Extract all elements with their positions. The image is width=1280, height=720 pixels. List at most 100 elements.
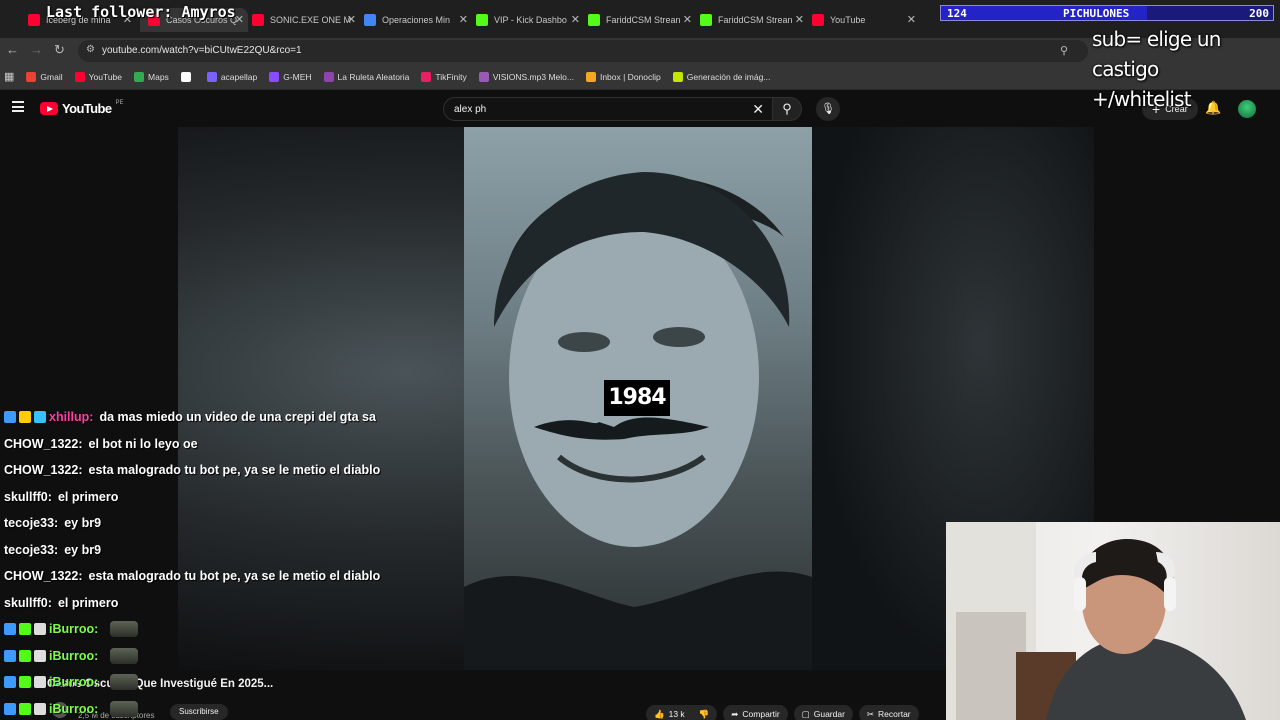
voice-search-button[interactable]: 🎙 bbox=[816, 97, 840, 121]
bookmark-item[interactable]: VISIONS.mp3 Melo... bbox=[478, 71, 574, 82]
chat-username: CHOW_1322: bbox=[4, 463, 83, 478]
scissors-icon: ✂ bbox=[866, 708, 875, 719]
chat-text: esta malogrado tu bot pe, ya se le metio… bbox=[88, 463, 381, 478]
tab-favicon-icon bbox=[588, 14, 600, 26]
search-input[interactable]: alex ph bbox=[454, 104, 486, 115]
chat-text: el primero bbox=[57, 595, 119, 610]
chat-badge-icon bbox=[34, 411, 46, 424]
close-tab-icon[interactable]: ✕ bbox=[683, 13, 692, 26]
chat-text: esta malogrado tu bot pe, ya se le metio… bbox=[88, 569, 381, 584]
bookmark-favicon-icon bbox=[74, 71, 85, 82]
thumbs-down-icon[interactable]: 👎 bbox=[699, 709, 710, 720]
bookmark-label: Maps bbox=[148, 71, 169, 82]
stream-info-overlay: sub= elige un castigo +/whitelist bbox=[1092, 24, 1280, 114]
chat-text: el bot ni lo leyo oe bbox=[88, 436, 198, 451]
chat-badge-icon bbox=[19, 676, 31, 689]
search-button[interactable]: ⚲ bbox=[772, 97, 802, 121]
chat-badge-icon bbox=[34, 623, 46, 636]
stream-info-line-2: +/whitelist bbox=[1092, 87, 1192, 111]
chat-emote-icon bbox=[110, 647, 139, 664]
browser-tab[interactable]: FariddCSM Strean ✕ bbox=[700, 8, 808, 32]
chat-badge-icon bbox=[4, 411, 16, 424]
clip-button[interactable]: ✂ Recortar bbox=[858, 705, 919, 720]
chat-badge-icon bbox=[34, 676, 46, 689]
youtube-logo[interactable]: YouTube PE bbox=[40, 99, 124, 116]
chat-username: tecoje33: bbox=[4, 542, 59, 557]
bookmark-item[interactable]: Inbox | Donoclip bbox=[585, 71, 661, 82]
chat-message: tecoje33: ey br9 bbox=[4, 537, 444, 564]
tab-label: FariddCSM Strean bbox=[718, 15, 793, 25]
tab-label: FariddCSM Strean bbox=[606, 15, 681, 25]
chat-message: tecoje33: ey br9 bbox=[4, 510, 444, 537]
chat-message: skullff0: el primero bbox=[4, 484, 444, 511]
bookmark-favicon-icon bbox=[26, 71, 37, 82]
thumbs-up-icon: 👍 bbox=[654, 708, 665, 719]
bookmark-item[interactable]: Gmail bbox=[26, 71, 63, 82]
chat-emote-icon bbox=[110, 700, 139, 717]
browser-tab[interactable]: SONIC.EXE ONE M ✕ bbox=[252, 8, 360, 32]
chat-username: CHOW_1322: bbox=[4, 569, 83, 584]
close-tab-icon[interactable]: ✕ bbox=[347, 13, 356, 26]
bookmark-item[interactable] bbox=[180, 71, 195, 82]
save-label: Guardar bbox=[813, 709, 845, 719]
goal-target: 200 bbox=[1249, 7, 1269, 20]
chat-text: da mas miedo un video de una crepi del g… bbox=[99, 410, 376, 425]
bookmark-label: VISIONS.mp3 Melo... bbox=[492, 71, 574, 82]
close-tab-icon[interactable]: ✕ bbox=[795, 13, 804, 26]
close-tab-icon[interactable]: ✕ bbox=[459, 13, 468, 26]
browser-tab[interactable]: FariddCSM Strean ✕ bbox=[588, 8, 696, 32]
bookmark-label: G-MEH bbox=[283, 71, 312, 82]
tab-favicon-icon bbox=[28, 14, 40, 26]
tab-favicon-icon bbox=[364, 14, 376, 26]
address-bar[interactable]: ⚙ youtube.com/watch?v=biCUtwE22QU&rco=1 … bbox=[78, 40, 1088, 62]
tab-label: VIP - Kick Dashbo bbox=[494, 15, 567, 25]
share-button[interactable]: ➦ Compartir bbox=[723, 705, 788, 720]
goal-name: PICHULONES bbox=[1063, 7, 1130, 20]
goal-current: 124 bbox=[947, 7, 967, 20]
search-box[interactable]: alex ph ✕ bbox=[443, 97, 773, 121]
chat-overlay: xhillup: da mas miedo un video de una cre… bbox=[4, 404, 444, 720]
chat-text: ey br9 bbox=[64, 516, 102, 531]
site-info-icon[interactable]: ⚙ bbox=[86, 44, 95, 55]
bookmark-item[interactable]: La Ruleta Aleatoria bbox=[323, 71, 410, 82]
zoom-icon[interactable]: ⚲ bbox=[1060, 44, 1068, 57]
bookmark-favicon-icon bbox=[672, 71, 683, 82]
like-count: 13 k bbox=[668, 709, 685, 719]
bookmark-item[interactable]: G-MEH bbox=[269, 71, 312, 82]
save-button[interactable]: ▢ Guardar bbox=[793, 705, 853, 720]
apps-grid-icon[interactable]: ▦ bbox=[4, 70, 14, 83]
back-icon[interactable]: ← bbox=[6, 42, 19, 57]
chat-emote-icon bbox=[110, 621, 139, 638]
chat-message: iBurroo: bbox=[4, 616, 444, 643]
close-tab-icon[interactable]: ✕ bbox=[907, 13, 916, 26]
browser-tab[interactable]: YouTube ✕ bbox=[812, 8, 920, 32]
close-tab-icon[interactable]: ✕ bbox=[235, 13, 244, 26]
browser-tab[interactable]: VIP - Kick Dashbo ✕ bbox=[476, 8, 584, 32]
bookmark-item[interactable]: Maps bbox=[134, 71, 169, 82]
menu-icon[interactable] bbox=[12, 101, 24, 112]
browser-tab[interactable]: Operaciones Min ✕ bbox=[364, 8, 472, 32]
browser-toolbar: ← → ↻ ⚙ youtube.com/watch?v=biCUtwE22QU&… bbox=[0, 38, 1280, 64]
tab-label: Operaciones Min bbox=[382, 15, 451, 25]
tab-favicon-icon bbox=[812, 14, 824, 26]
bookmark-item[interactable]: acapellap bbox=[206, 71, 258, 82]
clear-search-icon[interactable]: ✕ bbox=[752, 101, 764, 118]
chat-text: ey br9 bbox=[64, 542, 102, 557]
chat-username: xhillup: bbox=[49, 410, 94, 425]
bookmark-label: TikFinity bbox=[435, 71, 467, 82]
forward-icon[interactable]: → bbox=[30, 42, 43, 57]
bookmark-item[interactable]: TikFinity bbox=[421, 71, 467, 82]
chat-badge-icon bbox=[19, 702, 31, 715]
bookmark-favicon-icon bbox=[421, 71, 432, 82]
video-year-overlay: 1984 bbox=[604, 380, 670, 416]
reload-icon[interactable]: ↻ bbox=[54, 42, 65, 58]
bookmark-label: acapellap bbox=[220, 71, 258, 82]
chat-badge-icon bbox=[19, 623, 31, 636]
bookmark-icon: ▢ bbox=[801, 708, 810, 719]
like-button[interactable]: 👍 13 k 👎 bbox=[646, 705, 718, 720]
country-code: PE bbox=[115, 99, 124, 106]
bookmark-item[interactable]: Generación de imág... bbox=[672, 71, 770, 82]
close-tab-icon[interactable]: ✕ bbox=[571, 13, 580, 26]
bookmark-item[interactable]: YouTube bbox=[74, 71, 122, 82]
bookmark-label: La Ruleta Aleatoria bbox=[337, 71, 410, 82]
